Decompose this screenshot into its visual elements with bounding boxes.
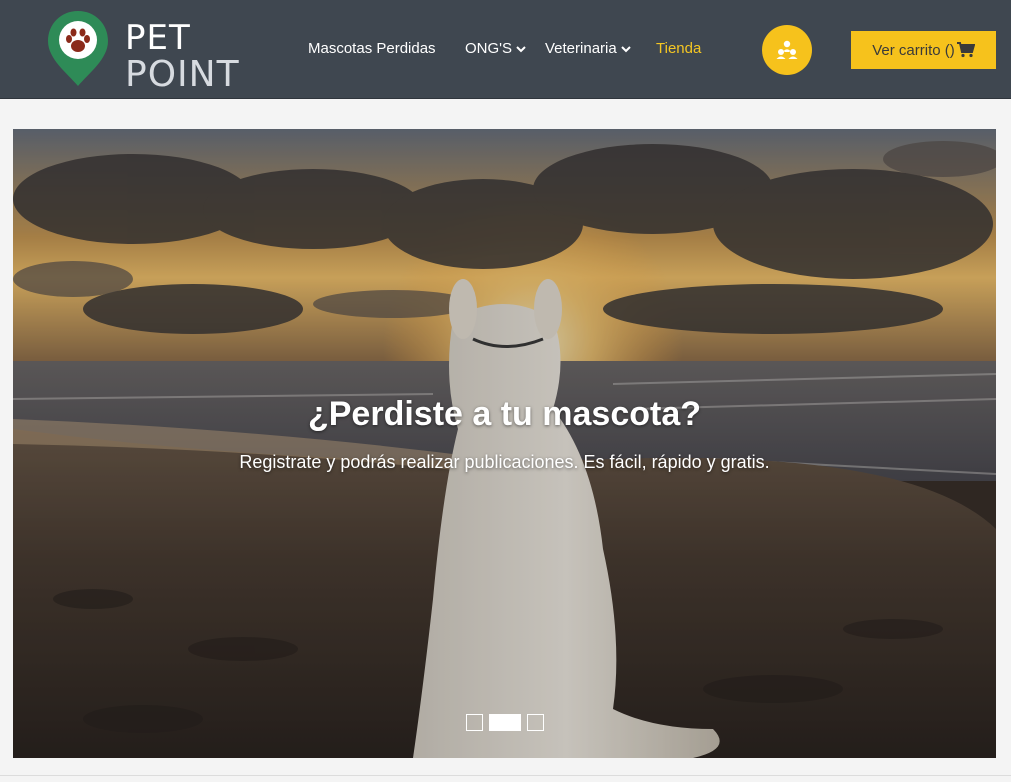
nav-lost-pets[interactable]: Mascotas Perdidas	[308, 40, 436, 57]
brand-line1: PET	[125, 18, 191, 58]
carousel-title: ¿Perdiste a tu mascota?	[307, 395, 701, 433]
navbar: PET POINT Mascotas Perdidas ONG'S Veteri…	[0, 0, 1011, 99]
carousel-indicator-3[interactable]	[527, 714, 544, 731]
brand-logo[interactable]: PET POINT	[45, 9, 255, 93]
nav-ngos-label: ONG'S	[465, 40, 513, 57]
nav-ngos-dropdown[interactable]: ONG'S	[465, 40, 526, 57]
user-menu-button[interactable]	[762, 25, 812, 75]
slide-overlay	[13, 129, 996, 758]
chevron-down-icon	[516, 45, 526, 52]
carousel-indicator-2[interactable]	[489, 714, 521, 731]
brand-name: PET POINT	[125, 21, 240, 93]
view-cart-button[interactable]: Ver carrito ()	[851, 31, 996, 69]
shopping-cart-icon	[956, 42, 975, 58]
nav-vet-dropdown[interactable]: Veterinaria	[545, 40, 631, 57]
nav-shop-label: Tienda	[656, 40, 702, 57]
users-icon	[776, 40, 798, 59]
carousel-indicators	[466, 714, 544, 731]
hero-carousel: ¿Perdiste a tu mascota? Registrate y pod…	[13, 129, 996, 758]
chevron-down-icon	[621, 45, 631, 52]
view-cart-label: Ver carrito ()	[872, 41, 955, 59]
carousel-subtitle: Registrate y podrás realizar publicacion…	[239, 452, 770, 472]
nav-vet-label: Veterinaria	[545, 40, 617, 57]
divider	[0, 775, 1011, 776]
carousel-indicator-1[interactable]	[466, 714, 483, 731]
nav-shop[interactable]: Tienda	[656, 40, 701, 57]
brand-line2: POINT	[125, 54, 240, 95]
paw-pin-icon	[48, 11, 108, 86]
nav-lost-pets-label: Mascotas Perdidas	[308, 40, 436, 57]
